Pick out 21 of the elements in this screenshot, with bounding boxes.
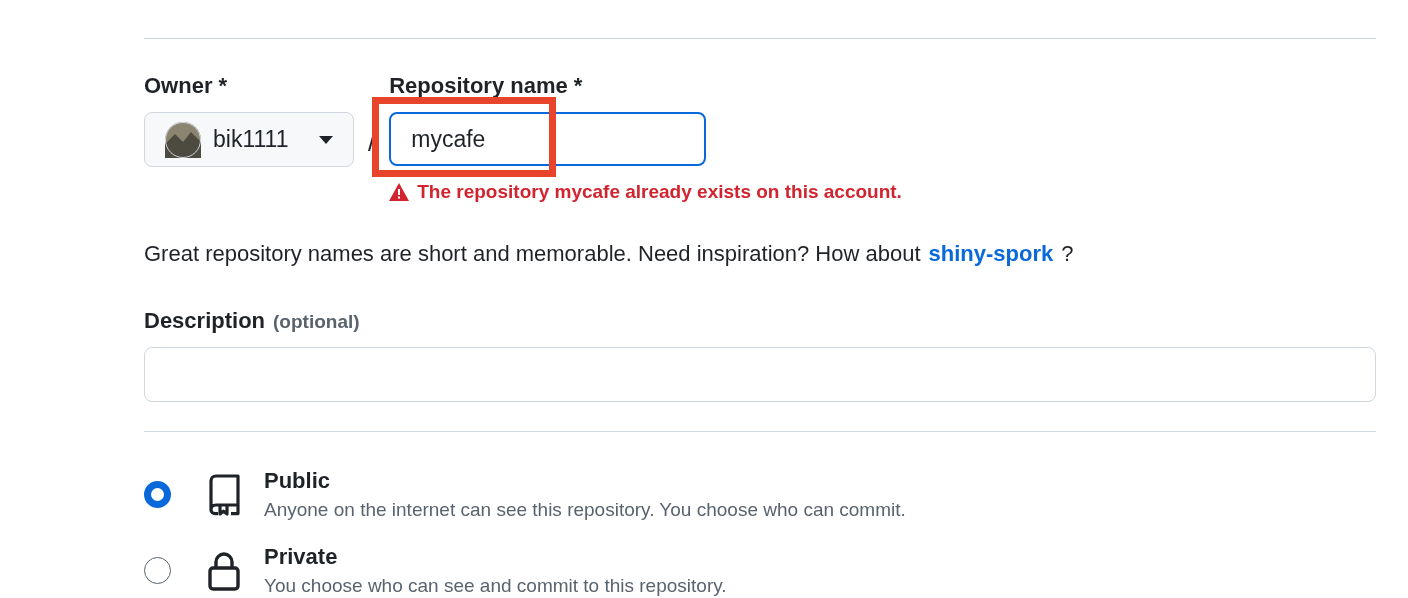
owner-label: Owner *: [144, 72, 229, 100]
hint-end: ?: [1061, 239, 1074, 268]
owner-dropdown[interactable]: bik1111: [144, 112, 354, 167]
repository-name-label: Repository name *: [389, 72, 584, 100]
caret-icon: [319, 135, 333, 144]
visibility-title: Private: [264, 542, 339, 571]
optional-label: (optional): [273, 309, 360, 334]
repository-name-field[interactable]: mycafe: [389, 112, 707, 166]
description-label: Description: [144, 306, 266, 335]
name-hint: Great repository names are short and memorable. Need inspiration? How about: [144, 239, 921, 268]
lock-icon: [207, 549, 241, 592]
visibility-description: Anyone on the internet can see this repository. You choose who can commit.: [264, 497, 906, 522]
visibility-description: You choose who can see and commit to this repository.: [264, 573, 727, 598]
avatar-icon: [165, 121, 201, 158]
suggestion-link[interactable]: shiny-spork: [928, 236, 1054, 270]
radio-button[interactable]: [144, 481, 171, 508]
warning-icon: [389, 183, 410, 202]
visibility-title: Public: [264, 466, 331, 495]
book-icon: [207, 473, 241, 516]
radio-button[interactable]: [144, 557, 171, 584]
error-message: The repository mycafe already exists on this account.: [417, 180, 902, 204]
